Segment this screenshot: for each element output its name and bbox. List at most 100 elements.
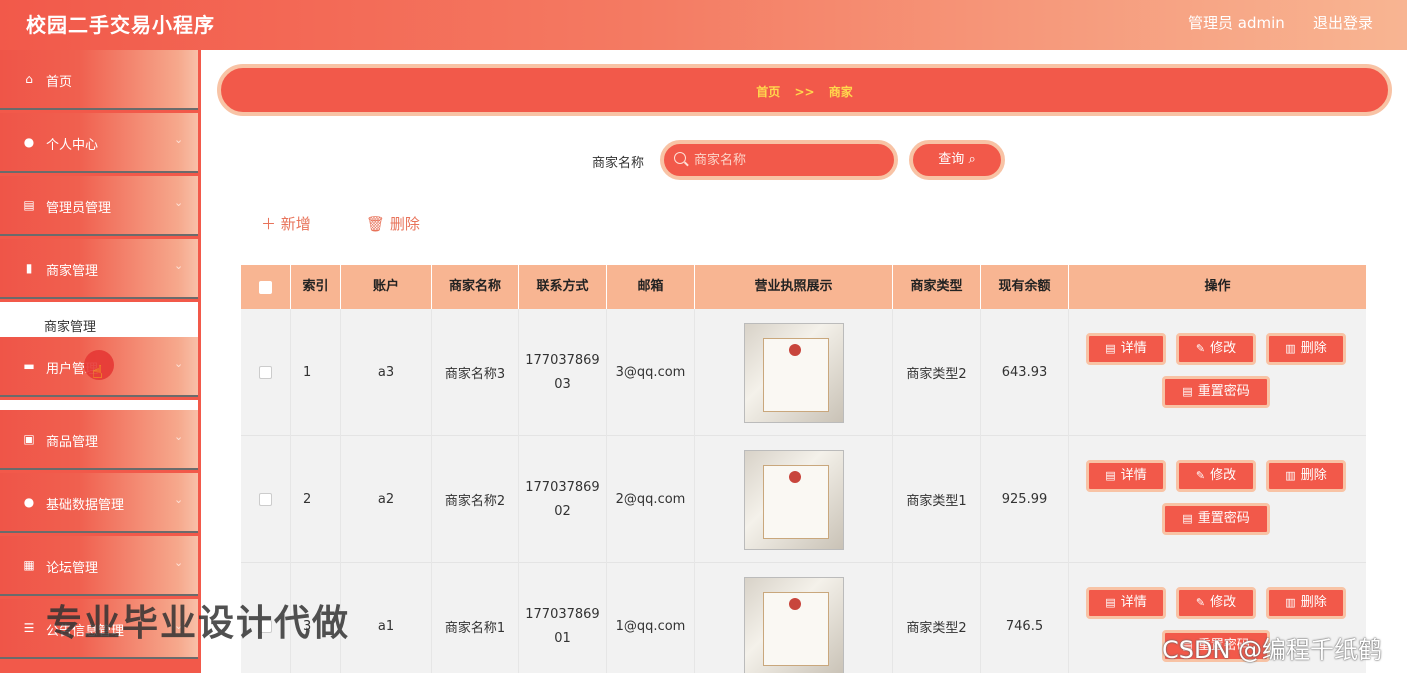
header-name: 商家名称: [432, 265, 519, 309]
header-account: 账户: [341, 265, 432, 309]
document-icon: ▤: [1105, 596, 1116, 609]
pencil-icon: ✎: [1195, 342, 1206, 355]
reset-password-label: 重置密码: [1197, 511, 1250, 526]
chevron-down-icon: ⌄: [174, 430, 184, 443]
delete-row-button[interactable]: ▥ 删除: [1266, 333, 1346, 365]
sidebar-item-merchant[interactable]: ▮ 商家管理 ⌄: [0, 239, 198, 299]
header-email: 邮箱: [607, 265, 695, 309]
reset-password-button[interactable]: ▤ 重置密码: [1162, 376, 1270, 408]
table-header-row: 索引 账户 商家名称 联系方式 邮箱 营业执照展示 商家类型 现有余额 操作: [241, 265, 1366, 309]
cell-index: 1: [291, 309, 341, 436]
edit-button[interactable]: ✎ 修改: [1176, 333, 1256, 365]
reset-password-label: 重置密码: [1197, 384, 1250, 399]
clipboard-icon: ▤: [23, 198, 35, 212]
cell-balance: 746.5: [981, 563, 1069, 673]
cell-type: 商家类型2: [893, 563, 981, 673]
delete-button[interactable]: 🗑 删除: [366, 213, 420, 234]
sidebar-item-basic-data[interactable]: ● 基础数据管理 ⌄: [0, 473, 198, 533]
bar-chart-icon: ▮: [25, 261, 33, 275]
search-box: [660, 140, 898, 180]
chevron-down-icon: ⌄: [174, 196, 184, 209]
sidebar-item-forum[interactable]: ▦ 论坛管理 ⌄: [0, 536, 198, 596]
cell-name: 商家名称3: [432, 309, 519, 436]
shopping-bag-icon: ▣: [23, 432, 35, 446]
chevron-down-icon: ⌄: [174, 493, 184, 506]
cell-name: 商家名称2: [432, 436, 519, 563]
trash-icon: ▥: [1285, 469, 1296, 482]
add-button-label: 新增: [280, 215, 311, 233]
header-type: 商家类型: [893, 265, 981, 309]
sidebar-item-admin[interactable]: ▤ 管理员管理 ⌄: [0, 176, 198, 236]
chevron-down-icon: ⌄: [174, 357, 184, 370]
table-row: 1 a3 商家名称3 17703786903 3@qq.com 商家类型2 64…: [241, 309, 1366, 436]
admin-label: 管理员 admin: [1188, 14, 1285, 32]
license-image[interactable]: [743, 449, 844, 550]
cell-name: 商家名称1: [432, 563, 519, 673]
search-input[interactable]: [694, 148, 884, 172]
row-checkbox[interactable]: [259, 493, 272, 506]
merchant-table: 索引 账户 商家名称 联系方式 邮箱 营业执照展示 商家类型 现有余额 操作 1…: [241, 265, 1366, 673]
sliders-icon: ☰: [23, 621, 35, 635]
edit-button[interactable]: ✎ 修改: [1176, 460, 1256, 492]
sidebar-item-label: 商家管理: [46, 264, 99, 279]
row-checkbox[interactable]: [259, 366, 272, 379]
sidebar-item-label: 管理员管理: [46, 201, 112, 216]
breadcrumb-current: 商家: [828, 85, 853, 99]
license-image[interactable]: [743, 322, 844, 423]
delete-button-label: 删除: [389, 215, 420, 233]
sidebar-item-label: 首页: [46, 75, 73, 90]
header-index: 索引: [291, 265, 341, 309]
trash-icon: 🗑: [366, 215, 390, 233]
sidebar-item-home[interactable]: ⌂ 首页: [0, 50, 198, 110]
detail-button[interactable]: ▤ 详情: [1086, 460, 1166, 492]
detail-button[interactable]: ▤ 详情: [1086, 333, 1166, 365]
edit-button[interactable]: ✎ 修改: [1176, 587, 1256, 619]
delete-row-button[interactable]: ▥ 删除: [1266, 587, 1346, 619]
edit-button-label: 修改: [1210, 595, 1237, 610]
cell-balance: 925.99: [981, 436, 1069, 563]
cell-license: [695, 563, 893, 673]
sidebar-item-label: 商品管理: [46, 435, 99, 450]
document-icon: ▤: [1105, 469, 1116, 482]
query-button[interactable]: 查询 ⌕: [909, 140, 1005, 180]
cell-index: 2: [291, 436, 341, 563]
pencil-icon: ✎: [1195, 469, 1206, 482]
location-pin-icon: ●: [23, 495, 35, 509]
search-label: 商家名称: [592, 156, 645, 171]
submenu-item-merchant[interactable]: 商家管理: [44, 316, 96, 335]
sidebar-item-label: 论坛管理: [46, 561, 99, 576]
breadcrumb-home[interactable]: 首页: [756, 85, 780, 99]
chevron-down-icon: ⌄: [174, 556, 184, 569]
header-select-all: [241, 265, 291, 309]
trash-icon: ▥: [1285, 342, 1296, 355]
chevron-down-icon: ⌄: [174, 133, 184, 146]
cell-license: [695, 309, 893, 436]
edit-button-label: 修改: [1210, 468, 1237, 483]
document-icon: ▤: [1105, 342, 1116, 355]
delete-row-button[interactable]: ▥ 删除: [1266, 460, 1346, 492]
sidebar-item-label: 基础数据管理: [46, 498, 125, 513]
cell-type: 商家类型2: [893, 309, 981, 436]
trash-icon: ▥: [1285, 596, 1296, 609]
logout-link[interactable]: 退出登录: [1313, 12, 1373, 33]
header-balance: 现有余额: [981, 265, 1069, 309]
cell-actions: [1069, 436, 1366, 563]
cell-type: 商家类型1: [893, 436, 981, 563]
chevron-down-icon: ⌄: [174, 259, 184, 272]
grid-icon: ▦: [23, 558, 35, 572]
sidebar-item-goods[interactable]: ▣ 商品管理 ⌄: [0, 410, 198, 470]
sidebar: ⌂ 首页 ● 个人中心 ⌄ ▤ 管理员管理 ⌄ ▮ 商家管理 ⌄ 商家管理 ▬ …: [0, 50, 201, 673]
license-image[interactable]: [743, 576, 844, 673]
cell-account: a3: [341, 309, 432, 436]
cell-email: 1@qq.com: [607, 563, 695, 673]
reset-password-button[interactable]: ▤ 重置密码: [1162, 503, 1270, 535]
add-button[interactable]: ＋ 新增: [261, 213, 311, 234]
header-license: 营业执照展示: [695, 265, 893, 309]
select-all-checkbox[interactable]: [259, 280, 272, 294]
sidebar-item-profile[interactable]: ● 个人中心 ⌄: [0, 113, 198, 173]
breadcrumb-bar: 首页 >> 商家: [217, 64, 1392, 116]
top-bar: 校园二手交易小程序 管理员 admin 退出登录: [0, 0, 1407, 50]
detail-button[interactable]: ▤ 详情: [1086, 587, 1166, 619]
detail-button-label: 详情: [1120, 468, 1147, 483]
delete-row-button-label: 删除: [1300, 468, 1327, 483]
